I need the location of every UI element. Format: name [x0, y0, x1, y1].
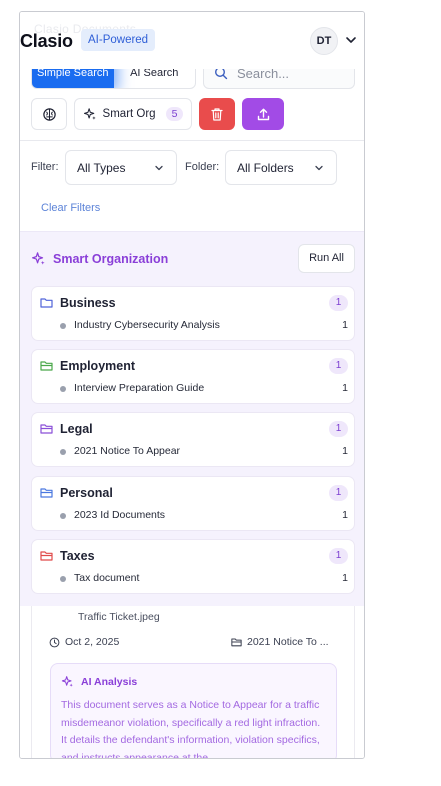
- bullet-dot: [60, 323, 66, 329]
- app-header: Clasio Documents Clasio AI-Powered DT: [20, 12, 364, 69]
- bullet-dot: [60, 449, 66, 455]
- folder-count-badge: 1: [329, 295, 348, 311]
- document-date: Oct 2, 2025: [49, 636, 119, 648]
- folder-card-personal[interactable]: Personal 1 2023 Id Documents 1: [31, 476, 355, 531]
- document-count: 1: [342, 382, 348, 394]
- type-filter-value: All Types: [77, 160, 126, 175]
- folder-icon: [231, 638, 242, 647]
- sparkles-icon: [61, 676, 73, 687]
- chevron-down-icon[interactable]: [345, 34, 357, 46]
- ai-powered-badge: AI-Powered: [81, 29, 156, 51]
- folder-card-taxes[interactable]: Taxes 1 Tax document 1: [31, 539, 355, 594]
- folder-label: Folder:: [185, 161, 220, 173]
- brain-button[interactable]: [31, 98, 67, 130]
- sparkles-icon: [31, 252, 45, 265]
- document-folder[interactable]: 2021 Notice To ...: [231, 636, 329, 648]
- document-card[interactable]: Traffic Ticket.jpeg Oct 2, 2025 2021 Not…: [20, 606, 364, 759]
- brain-icon: [42, 107, 56, 121]
- folder-count-badge: 1: [329, 358, 348, 374]
- toolbar-divider: [20, 140, 364, 141]
- folder-name: Employment: [60, 359, 136, 373]
- chevron-down-icon: [315, 165, 323, 170]
- folder-card-employment[interactable]: Employment 1 Interview Preparation Guide…: [31, 349, 355, 404]
- document-count: 1: [342, 445, 348, 457]
- ai-analysis-header: AI Analysis: [61, 675, 137, 688]
- document-folder-text: 2021 Notice To ...: [247, 636, 329, 648]
- folder-count-badge: 1: [329, 548, 348, 564]
- folder-open-icon: [40, 424, 53, 434]
- filter-label: Filter:: [31, 161, 59, 173]
- chevron-down-icon: [155, 165, 163, 170]
- smart-org-count-badge: 5: [165, 107, 184, 121]
- upload-button[interactable]: [242, 98, 284, 130]
- folder-document-item[interactable]: Industry Cybersecurity Analysis: [74, 319, 220, 331]
- folder-card-legal[interactable]: Legal 1 2021 Notice To Appear 1: [31, 412, 355, 467]
- folder-count-badge: 1: [329, 421, 348, 437]
- folder-document-item[interactable]: Tax document: [74, 572, 139, 584]
- folder-name: Legal: [60, 422, 93, 436]
- type-filter-select[interactable]: All Types: [65, 150, 177, 185]
- run-all-button[interactable]: Run All: [298, 244, 355, 273]
- folder-filter-value: All Folders: [237, 160, 294, 175]
- bullet-dot: [60, 576, 66, 582]
- document-filename: Traffic Ticket.jpeg: [78, 611, 160, 623]
- folder-open-icon: [40, 488, 53, 498]
- folder-document-item[interactable]: Interview Preparation Guide: [74, 382, 204, 394]
- folder-name: Personal: [60, 486, 113, 500]
- folder-document-item[interactable]: 2023 Id Documents: [74, 509, 165, 521]
- folder-filter-select[interactable]: All Folders: [225, 150, 337, 185]
- trash-icon: [211, 107, 223, 121]
- ai-analysis-box: AI Analysis This document serves as a No…: [50, 663, 337, 759]
- document-date-text: Oct 2, 2025: [65, 636, 120, 648]
- smart-organization-header: Smart Organization: [31, 251, 168, 266]
- upload-icon: [257, 108, 269, 120]
- document-count: 1: [342, 319, 348, 331]
- smart-organization-title: Smart Organization: [53, 251, 169, 266]
- folder-name: Taxes: [60, 549, 95, 563]
- folder-count-badge: 1: [329, 485, 348, 501]
- folder-open-icon: [40, 361, 53, 371]
- bullet-dot: [60, 386, 66, 392]
- folder-document-item[interactable]: 2021 Notice To Appear: [74, 445, 180, 457]
- app-window: Clasio Documents Clasio AI-Powered DT Si…: [19, 11, 365, 759]
- sparkles-icon: [83, 108, 96, 120]
- smart-org-label: Smart Org: [102, 108, 156, 120]
- folder-icon: [40, 298, 53, 308]
- folder-name: Business: [60, 296, 116, 310]
- clear-filters-link[interactable]: Clear Filters: [41, 202, 100, 214]
- user-avatar[interactable]: DT: [310, 27, 338, 55]
- smart-organization-panel: Smart Organization Run All Business 1 In…: [20, 231, 364, 606]
- clock-icon: [49, 637, 60, 647]
- delete-button[interactable]: [199, 98, 235, 130]
- folder-card-business[interactable]: Business 1 Industry Cybersecurity Analys…: [31, 286, 355, 341]
- brand-logo-text: Clasio: [20, 31, 73, 51]
- smart-org-button[interactable]: Smart Org 5: [74, 98, 192, 130]
- document-count: 1: [342, 572, 348, 584]
- ai-analysis-text: This document serves as a Notice to Appe…: [61, 699, 321, 759]
- document-count: 1: [342, 509, 348, 521]
- ai-analysis-title: AI Analysis: [81, 675, 138, 688]
- bullet-dot: [60, 513, 66, 519]
- folder-open-icon: [40, 551, 53, 561]
